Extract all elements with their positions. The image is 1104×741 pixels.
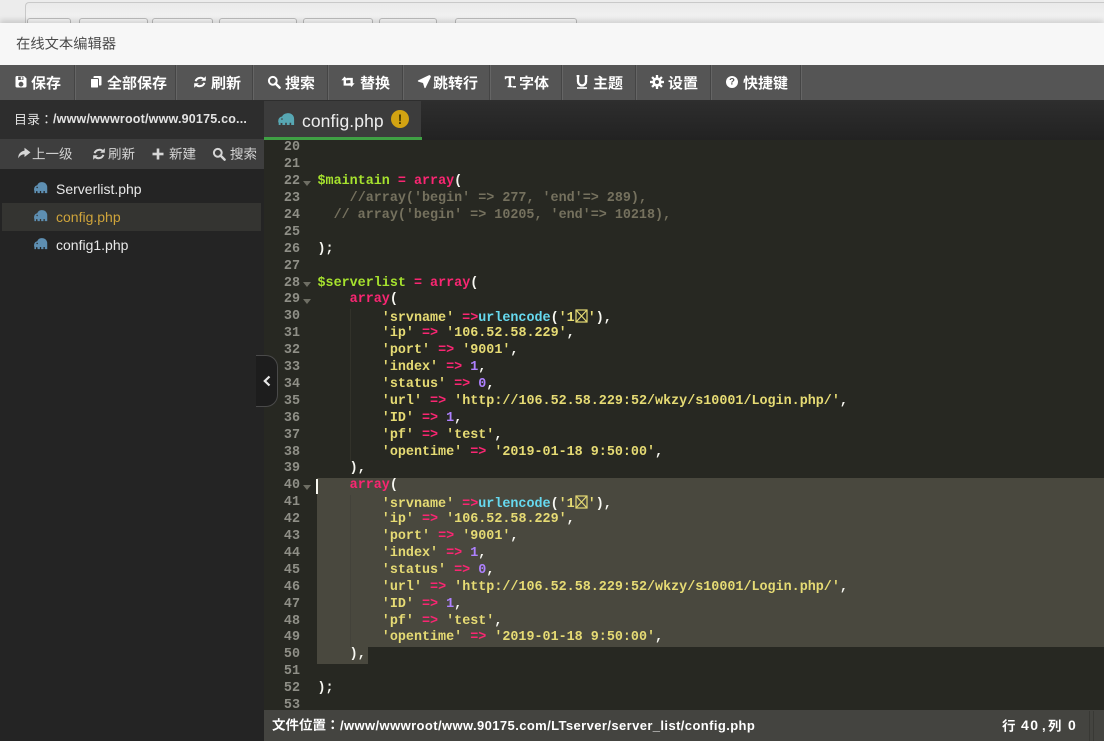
svg-text:?: ?	[729, 77, 735, 88]
svg-text:!: !	[398, 112, 403, 127]
